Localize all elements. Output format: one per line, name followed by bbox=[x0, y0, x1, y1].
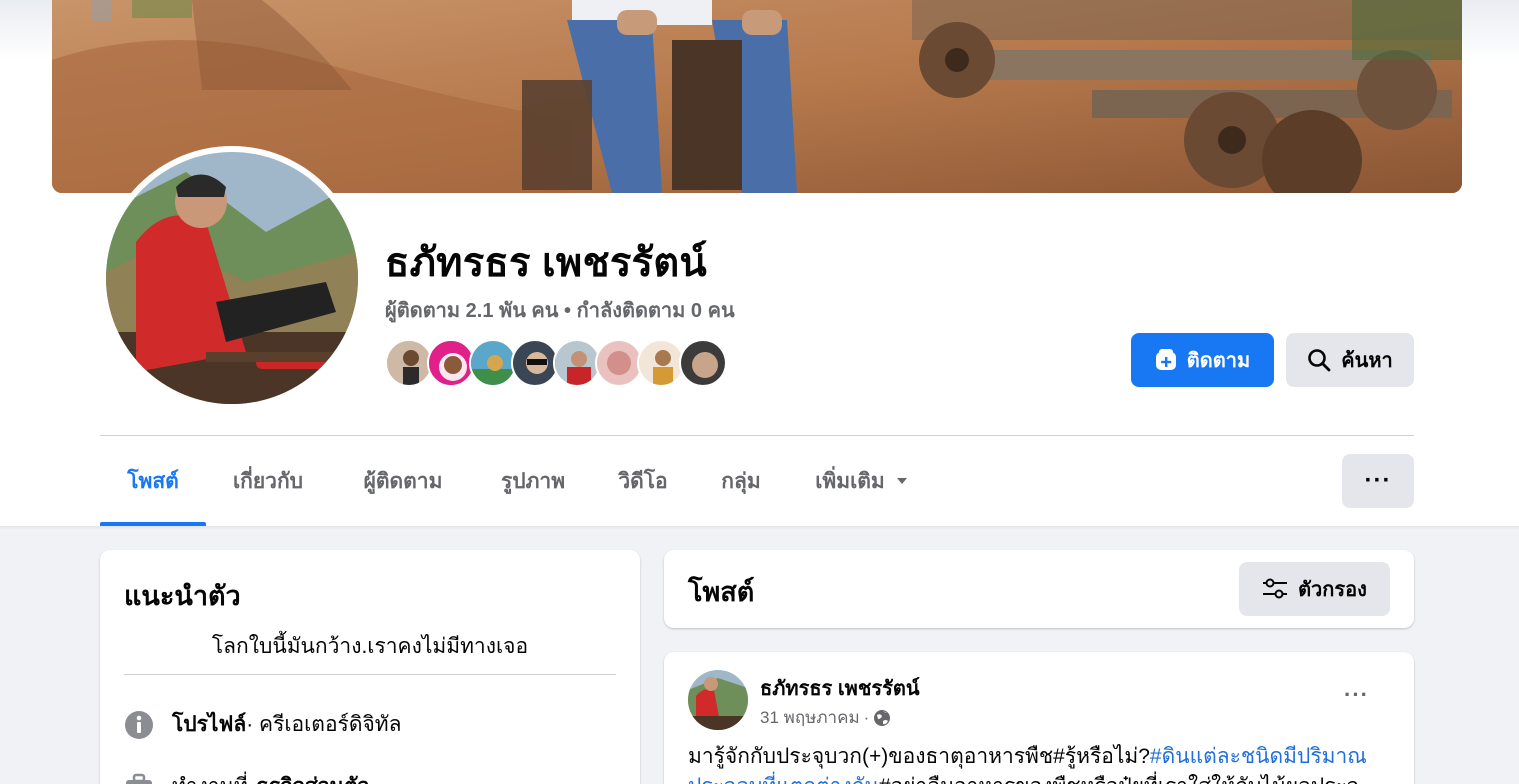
tab-more-label: เพิ่มเติม bbox=[815, 469, 885, 493]
stats-separator: • bbox=[558, 300, 577, 322]
filter-button-label: ตัวกรอง bbox=[1298, 579, 1367, 601]
profile-name: ธภัทรธร เพชรรัตน์ bbox=[385, 241, 707, 285]
profile-header: ธภัทรธร เพชรรัตน์ ผู้ติดตาม 2.1 พัน คน •… bbox=[0, 0, 1519, 526]
follower-avatar[interactable] bbox=[679, 339, 727, 387]
follow-button-label: ติดตาม bbox=[1186, 350, 1251, 372]
intro-card: แนะนำตัว โลกใบนี้มันกว้าง.เราคงไม่มีทางเ… bbox=[100, 550, 640, 784]
posts-header-card: โพสต์ ตัวกรอง bbox=[664, 550, 1414, 628]
follower-avatar[interactable] bbox=[595, 339, 643, 387]
filter-button[interactable]: ตัวกรอง bbox=[1239, 562, 1390, 616]
search-button[interactable]: ค้นหา bbox=[1286, 333, 1414, 387]
more-options-button[interactable]: ··· bbox=[1342, 454, 1414, 508]
intro-profile-label: โปรไฟล์ bbox=[172, 713, 247, 736]
follower-avatar[interactable] bbox=[385, 339, 433, 387]
intro-bio: โลกใบนี้มันกว้าง.เราคงไม่มีทางเจอ bbox=[211, 635, 529, 658]
post-menu-button[interactable]: ··· bbox=[1344, 682, 1369, 708]
profile-avatar-image bbox=[106, 152, 358, 404]
intro-profile-value: · ครีเอเตอร์ดิจิทัล bbox=[246, 713, 402, 736]
post-date[interactable]: 31 พฤษภาคม bbox=[760, 704, 860, 731]
post-author-avatar[interactable] bbox=[688, 670, 748, 730]
intro-divider bbox=[124, 674, 616, 675]
post-card: ธภัทรธร เพชรรัตน์ 31 พฤษภาคม · ··· มารู้… bbox=[664, 652, 1414, 784]
post-meta-separator: · bbox=[863, 707, 870, 727]
tab-posts[interactable]: โพสต์ bbox=[100, 436, 206, 526]
follower-avatar[interactable] bbox=[553, 339, 601, 387]
tab-more[interactable]: เพิ่มเติม bbox=[794, 436, 930, 526]
post-text-plain-2: #อย่าลืมอาหารของพืชหรือปุ๋ยที่เราใส่ให้ก… bbox=[879, 775, 1359, 784]
filter-sliders-icon bbox=[1262, 578, 1288, 600]
post-text-plain: มารู้จักกับประจุบวก(+)ของธาตุอาหารพืช#รู… bbox=[688, 745, 1150, 768]
follower-avatar[interactable] bbox=[469, 339, 517, 387]
tab-groups[interactable]: กลุ่ม bbox=[694, 436, 788, 526]
info-icon bbox=[124, 710, 154, 740]
post-author-name[interactable]: ธภัทรธร เพชรรัตน์ bbox=[760, 672, 920, 704]
posts-title: โพสต์ bbox=[688, 577, 755, 607]
intro-title: แนะนำตัว bbox=[124, 581, 241, 611]
briefcase-icon bbox=[124, 772, 154, 784]
follow-plus-icon bbox=[1155, 349, 1177, 371]
follower-avatar[interactable] bbox=[637, 339, 685, 387]
followers-link[interactable]: ผู้ติดตาม 2.1 พัน คน bbox=[385, 300, 558, 322]
intro-work-label: ทำงานที่ bbox=[172, 770, 248, 784]
follower-avatar[interactable] bbox=[427, 339, 475, 387]
globe-icon bbox=[873, 709, 891, 727]
post-meta: 31 พฤษภาคม · bbox=[760, 704, 891, 731]
search-icon bbox=[1307, 348, 1331, 372]
intro-work-row: ทำงานที่ ธรกิจส่วนตัว bbox=[124, 770, 369, 784]
tab-followers[interactable]: ผู้ติดตาม bbox=[336, 436, 470, 526]
post-text: มารู้จักกับประจุบวก(+)ของธาตุอาหารพืช#รู… bbox=[688, 742, 1388, 784]
search-button-label: ค้นหา bbox=[1341, 350, 1393, 372]
more-dots-icon: ··· bbox=[1364, 467, 1392, 494]
profile-stats: ผู้ติดตาม 2.1 พัน คน • กำลังติดตาม 0 คน bbox=[385, 294, 735, 326]
follower-avatar[interactable] bbox=[511, 339, 559, 387]
intro-profile-row: โปรไฟล์ · ครีเอเตอร์ดิจิทัล bbox=[124, 708, 402, 741]
tab-photos[interactable]: รูปภาพ bbox=[472, 436, 594, 526]
tab-about[interactable]: เกี่ยวกับ bbox=[206, 436, 330, 526]
follow-button[interactable]: ติดตาม bbox=[1131, 333, 1274, 387]
tab-videos[interactable]: วิดีโอ bbox=[598, 436, 688, 526]
header-shadow bbox=[0, 526, 1519, 530]
following-link[interactable]: กำลังติดตาม 0 คน bbox=[577, 300, 735, 322]
intro-work-value[interactable]: ธรกิจส่วนตัว bbox=[256, 770, 370, 784]
profile-avatar[interactable] bbox=[106, 152, 358, 404]
caret-down-icon bbox=[895, 476, 909, 486]
